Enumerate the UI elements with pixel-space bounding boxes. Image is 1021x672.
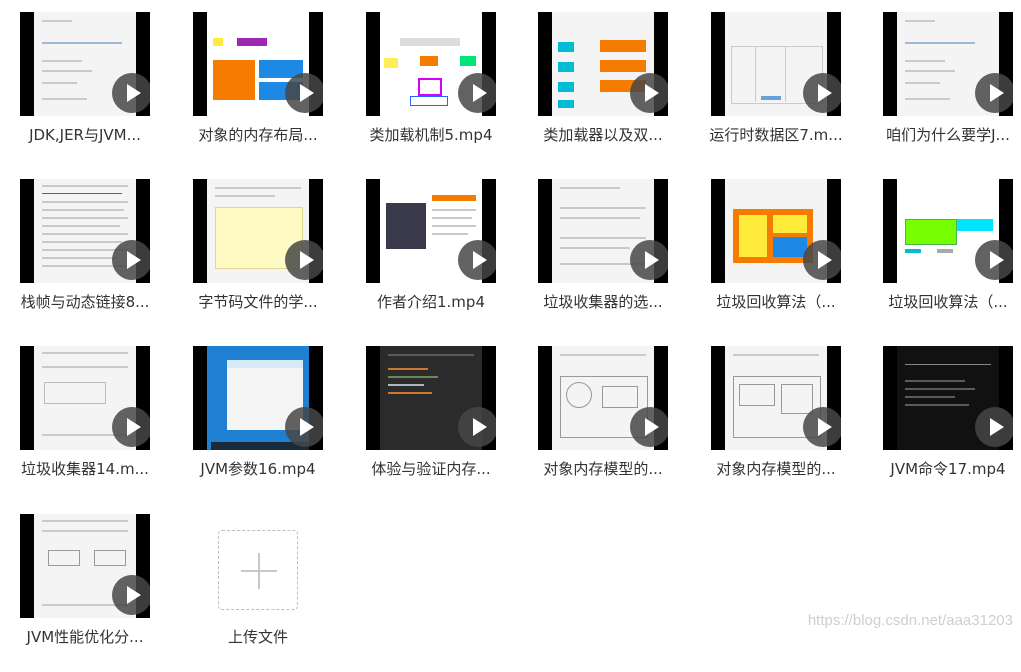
play-icon[interactable]: [630, 240, 668, 280]
file-name[interactable]: 栈帧与动态链接8...: [10, 291, 160, 312]
video-tile[interactable]: 垃圾收集器14.m...: [20, 346, 170, 504]
watermark: https://blog.csdn.net/aaa31203: [807, 612, 1013, 629]
video-thumbnail[interactable]: [883, 179, 1013, 283]
play-icon[interactable]: [975, 240, 1013, 280]
play-icon[interactable]: [803, 407, 841, 447]
play-icon[interactable]: [285, 73, 323, 113]
video-thumbnail[interactable]: [20, 514, 150, 618]
file-name[interactable]: 作者介绍1.mp4: [356, 291, 506, 312]
play-icon[interactable]: [112, 240, 150, 280]
video-thumbnail[interactable]: [20, 179, 150, 283]
video-thumbnail[interactable]: [538, 179, 668, 283]
video-thumbnail[interactable]: [883, 12, 1013, 116]
play-icon[interactable]: [458, 240, 496, 280]
video-tile[interactable]: 类加载器以及双...: [538, 12, 688, 170]
play-icon[interactable]: [630, 73, 668, 113]
file-name[interactable]: 字节码文件的学...: [183, 291, 333, 312]
video-tile[interactable]: 咱们为什么要学J...: [883, 12, 1021, 170]
file-name[interactable]: JDK,JER与JVM...: [10, 124, 160, 145]
file-name[interactable]: 垃圾收集器14.m...: [10, 458, 160, 479]
video-thumbnail[interactable]: [20, 346, 150, 450]
video-tile[interactable]: 垃圾回收算法（...: [883, 179, 1021, 337]
video-thumbnail[interactable]: [538, 12, 668, 116]
upload-file-label[interactable]: 上传文件: [198, 626, 318, 647]
video-tile[interactable]: 作者介绍1.mp4: [366, 179, 516, 337]
video-thumbnail[interactable]: [193, 12, 323, 116]
play-icon[interactable]: [803, 240, 841, 280]
play-icon[interactable]: [112, 407, 150, 447]
video-tile[interactable]: 字节码文件的学...: [193, 179, 343, 337]
video-thumbnail[interactable]: [711, 12, 841, 116]
file-name[interactable]: JVM参数16.mp4: [183, 458, 333, 479]
video-tile[interactable]: JVM性能优化分...: [20, 514, 170, 672]
video-thumbnail[interactable]: [711, 179, 841, 283]
video-thumbnail[interactable]: [711, 346, 841, 450]
video-thumbnail[interactable]: [366, 12, 496, 116]
file-name[interactable]: 类加载机制5.mp4: [356, 124, 506, 145]
video-thumbnail[interactable]: [193, 179, 323, 283]
play-icon[interactable]: [803, 73, 841, 113]
play-icon[interactable]: [112, 575, 150, 615]
video-tile[interactable]: 垃圾收集器的选...: [538, 179, 688, 337]
file-name[interactable]: 垃圾收集器的选...: [528, 291, 678, 312]
video-tile[interactable]: JDK,JER与JVM...: [20, 12, 170, 170]
play-icon[interactable]: [458, 407, 496, 447]
file-name[interactable]: 咱们为什么要学J...: [873, 124, 1021, 145]
video-thumbnail[interactable]: [366, 346, 496, 450]
play-icon[interactable]: [975, 73, 1013, 113]
file-name[interactable]: 类加载器以及双...: [528, 124, 678, 145]
file-name[interactable]: 运行时数据区7.m...: [701, 124, 851, 145]
upload-file-button[interactable]: [218, 530, 298, 610]
play-icon[interactable]: [975, 407, 1013, 447]
play-icon[interactable]: [285, 240, 323, 280]
video-thumbnail[interactable]: [883, 346, 1013, 450]
video-tile[interactable]: 栈帧与动态链接8...: [20, 179, 170, 337]
video-tile[interactable]: 对象内存模型的...: [538, 346, 688, 504]
play-icon[interactable]: [630, 407, 668, 447]
video-tile[interactable]: 垃圾回收算法（...: [711, 179, 861, 337]
video-tile[interactable]: 对象内存模型的...: [711, 346, 861, 504]
video-tile[interactable]: JVM命令17.mp4: [883, 346, 1021, 504]
file-name[interactable]: 对象内存模型的...: [701, 458, 851, 479]
file-name[interactable]: JVM性能优化分...: [10, 626, 160, 647]
file-name[interactable]: 体验与验证内存...: [356, 458, 506, 479]
video-thumbnail[interactable]: [538, 346, 668, 450]
file-name[interactable]: 对象的内存布局...: [183, 124, 333, 145]
file-name[interactable]: JVM命令17.mp4: [873, 458, 1021, 479]
video-tile[interactable]: 对象的内存布局...: [193, 12, 343, 170]
file-name[interactable]: 对象内存模型的...: [528, 458, 678, 479]
video-tile[interactable]: 体验与验证内存...: [366, 346, 516, 504]
file-name[interactable]: 垃圾回收算法（...: [873, 291, 1021, 312]
video-tile[interactable]: JVM参数16.mp4: [193, 346, 343, 504]
video-tile[interactable]: 类加载机制5.mp4: [366, 12, 516, 170]
video-thumbnail[interactable]: [366, 179, 496, 283]
video-tile[interactable]: 运行时数据区7.m...: [709, 12, 861, 170]
play-icon[interactable]: [112, 73, 150, 113]
play-icon[interactable]: [458, 73, 496, 113]
video-thumbnail[interactable]: [20, 12, 150, 116]
file-name[interactable]: 垃圾回收算法（...: [701, 291, 851, 312]
play-icon[interactable]: [285, 407, 323, 447]
video-thumbnail[interactable]: [193, 346, 323, 450]
